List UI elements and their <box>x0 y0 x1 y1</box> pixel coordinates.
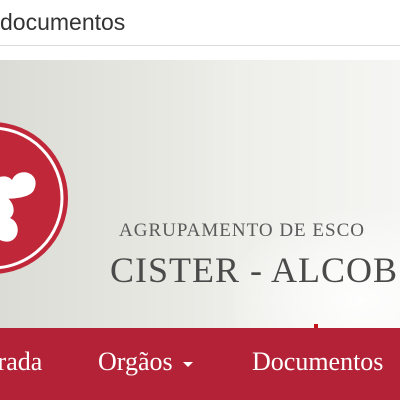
nav-item-entrada[interactable]: erada <box>0 345 42 379</box>
school-name-line2: CISTER - ALCOB <box>110 250 399 290</box>
nav-item-label: Documentos <box>252 347 384 376</box>
address-bar <box>0 0 400 46</box>
main-navbar: erada Orgãos Documentos <box>0 328 400 400</box>
cross-hearts-logo-icon[interactable] <box>0 118 72 278</box>
nav-item-documentos[interactable]: Documentos <box>252 345 383 379</box>
nav-item-label: Orgãos <box>98 347 173 376</box>
school-banner: AGRUPAMENTO DE ESCO CISTER - ALCOB <box>0 60 400 328</box>
nav-item-label: erada <box>0 347 43 376</box>
nav-item-orgaos[interactable]: Orgãos <box>98 345 193 379</box>
caret-down-icon <box>182 361 193 367</box>
search-input[interactable] <box>0 4 400 40</box>
header-gap <box>0 46 400 60</box>
school-name-line1: AGRUPAMENTO DE ESCO <box>119 220 365 241</box>
